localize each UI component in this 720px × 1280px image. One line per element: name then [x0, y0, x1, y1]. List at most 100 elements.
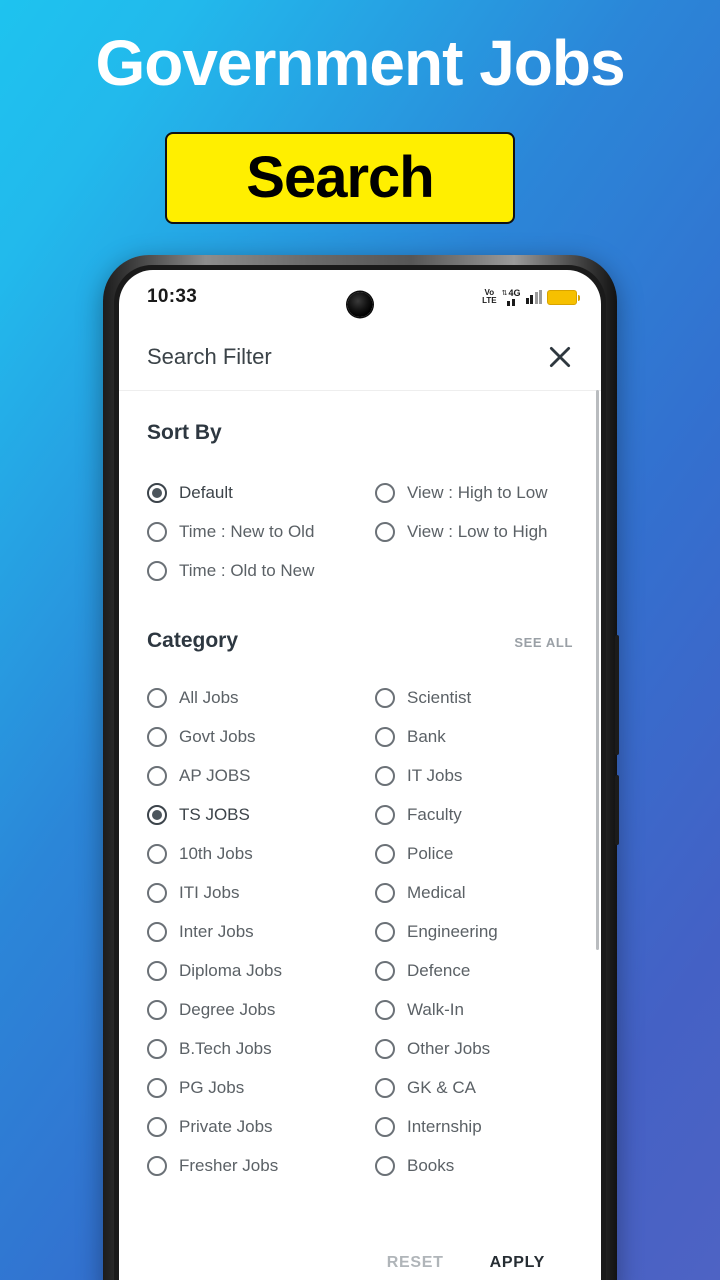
category-option-label: ITI Jobs [179, 882, 240, 902]
radio-icon [147, 843, 167, 864]
category-option-label: Scientist [407, 687, 472, 707]
category-option-label: Govt Jobs [179, 726, 256, 746]
category-option-internship[interactable]: Internship [375, 1107, 573, 1146]
radio-icon [147, 560, 167, 581]
category-option-label: Internship [407, 1116, 482, 1136]
category-option-ap-jobs[interactable]: AP JOBS [147, 756, 375, 795]
category-option-govt-jobs[interactable]: Govt Jobs [147, 717, 375, 756]
category-option-label: Police [407, 843, 454, 863]
sort-by-title: Sort By [147, 421, 222, 444]
category-option-all-jobs[interactable]: All Jobs [147, 678, 375, 717]
category-option-label: IT Jobs [407, 765, 463, 785]
phone-volume-button[interactable] [615, 775, 619, 845]
category-option-label: GK & CA [407, 1077, 476, 1097]
sort-option-label: View : High to Low [407, 482, 548, 502]
sort-by-options: Default Time : New to Old Time : Old to … [119, 473, 601, 590]
category-option-engineering[interactable]: Engineering [375, 912, 573, 951]
category-option-faculty[interactable]: Faculty [375, 795, 573, 834]
radio-icon [375, 1155, 395, 1176]
volte-icon: Vo LTE [482, 289, 497, 305]
category-option-gk-ca[interactable]: GK & CA [375, 1068, 573, 1107]
phone-bezel: 10:33 Vo LTE ⇅ 4G Search Filter Sort By … [114, 265, 606, 1280]
category-option-ts-jobs[interactable]: TS JOBS [147, 795, 375, 834]
scrollbar[interactable] [596, 390, 599, 950]
category-option-label: Defence [407, 960, 471, 980]
status-icons: Vo LTE ⇅ 4G [482, 288, 580, 306]
category-option-label: Books [407, 1155, 455, 1175]
sort-option-view-low-to-high[interactable]: View : Low to High [375, 512, 573, 551]
category-option-iti-jobs[interactable]: ITI Jobs [147, 873, 375, 912]
category-option-label: PG Jobs [179, 1077, 245, 1097]
category-option-fresher-jobs[interactable]: Fresher Jobs [147, 1146, 375, 1185]
radio-icon [147, 1077, 167, 1098]
apply-button[interactable]: APPLY [490, 1254, 545, 1272]
category-option-label: 10th Jobs [179, 843, 253, 863]
category-option-police[interactable]: Police [375, 834, 573, 873]
radio-icon [147, 960, 167, 981]
radio-icon [147, 726, 167, 747]
sort-option-time-new-to-old[interactable]: Time : New to Old [147, 512, 375, 551]
sort-option-label: Default [179, 482, 233, 502]
phone-power-button[interactable] [615, 635, 619, 755]
category-column-right: Scientist Bank IT Jobs Faculty Police Medical… [375, 678, 573, 1185]
category-option-medical[interactable]: Medical [375, 873, 573, 912]
category-option-diploma-jobs[interactable]: Diploma Jobs [147, 951, 375, 990]
category-option-books[interactable]: Books [375, 1146, 573, 1185]
radio-icon [147, 521, 167, 542]
radio-icon [147, 882, 167, 903]
battery-icon [547, 289, 580, 305]
category-option-defence[interactable]: Defence [375, 951, 573, 990]
radio-icon [375, 1038, 395, 1059]
sort-option-default[interactable]: Default [147, 473, 375, 512]
sort-by-column-right: View : High to Low View : Low to High [375, 473, 573, 590]
radio-icon [375, 921, 395, 942]
signal-strength-icon [525, 289, 542, 304]
category-option-label: Inter Jobs [179, 921, 254, 941]
category-option-other-jobs[interactable]: Other Jobs [375, 1029, 573, 1068]
radio-icon [375, 687, 395, 708]
status-time: 10:33 [147, 286, 198, 307]
category-option-label: Medical [407, 882, 466, 902]
category-option-private-jobs[interactable]: Private Jobs [147, 1107, 375, 1146]
category-option-label: Other Jobs [407, 1038, 491, 1058]
sort-option-time-old-to-new[interactable]: Time : Old to New [147, 551, 375, 590]
category-option-bank[interactable]: Bank [375, 717, 573, 756]
category-option-inter-jobs[interactable]: Inter Jobs [147, 912, 375, 951]
category-section-header: Category SEE ALL [119, 629, 601, 653]
network-type-icon: ⇅ 4G [501, 288, 521, 306]
data-transfer-arrows-icon: ⇅ [501, 289, 508, 297]
promo-search-button[interactable]: Search [165, 132, 515, 224]
radio-icon [375, 843, 395, 864]
category-option-label: Private Jobs [179, 1116, 273, 1136]
category-options: All Jobs Govt Jobs AP JOBS TS JOBS 10th Jobs… [119, 678, 601, 1185]
see-all-button[interactable]: SEE ALL [514, 635, 573, 650]
category-option-degree-jobs[interactable]: Degree Jobs [147, 990, 375, 1029]
radio-icon [375, 804, 395, 825]
category-option-10th-jobs[interactable]: 10th Jobs [147, 834, 375, 873]
category-option-pg-jobs[interactable]: PG Jobs [147, 1068, 375, 1107]
sort-option-view-high-to-low[interactable]: View : High to Low [375, 473, 573, 512]
sort-by-section-header: Sort By [119, 421, 601, 445]
category-column-left: All Jobs Govt Jobs AP JOBS TS JOBS 10th Jobs… [147, 678, 375, 1185]
phone-screen: 10:33 Vo LTE ⇅ 4G Search Filter Sort By … [119, 270, 601, 1280]
close-icon[interactable] [543, 340, 577, 374]
volte-icon-bottom: LTE [482, 296, 497, 305]
category-option-scientist[interactable]: Scientist [375, 678, 573, 717]
sort-option-label: View : Low to High [407, 521, 548, 541]
radio-icon [147, 1038, 167, 1059]
radio-icon [375, 1077, 395, 1098]
category-option-it-jobs[interactable]: IT Jobs [375, 756, 573, 795]
radio-icon [375, 960, 395, 981]
category-option-label: Fresher Jobs [179, 1155, 279, 1175]
category-option-walk-in[interactable]: Walk-In [375, 990, 573, 1029]
phone-mockup: 10:33 Vo LTE ⇅ 4G Search Filter Sort By … [103, 255, 619, 1280]
category-option-b-tech-jobs[interactable]: B.Tech Jobs [147, 1029, 375, 1068]
promo-title: Government Jobs [95, 27, 625, 99]
search-filter-header: Search Filter [119, 324, 601, 391]
radio-icon [375, 521, 395, 542]
radio-icon [147, 804, 167, 825]
reset-button[interactable]: RESET [387, 1254, 444, 1272]
category-option-label: TS JOBS [179, 804, 250, 824]
category-title: Category [147, 629, 239, 652]
radio-icon [147, 921, 167, 942]
